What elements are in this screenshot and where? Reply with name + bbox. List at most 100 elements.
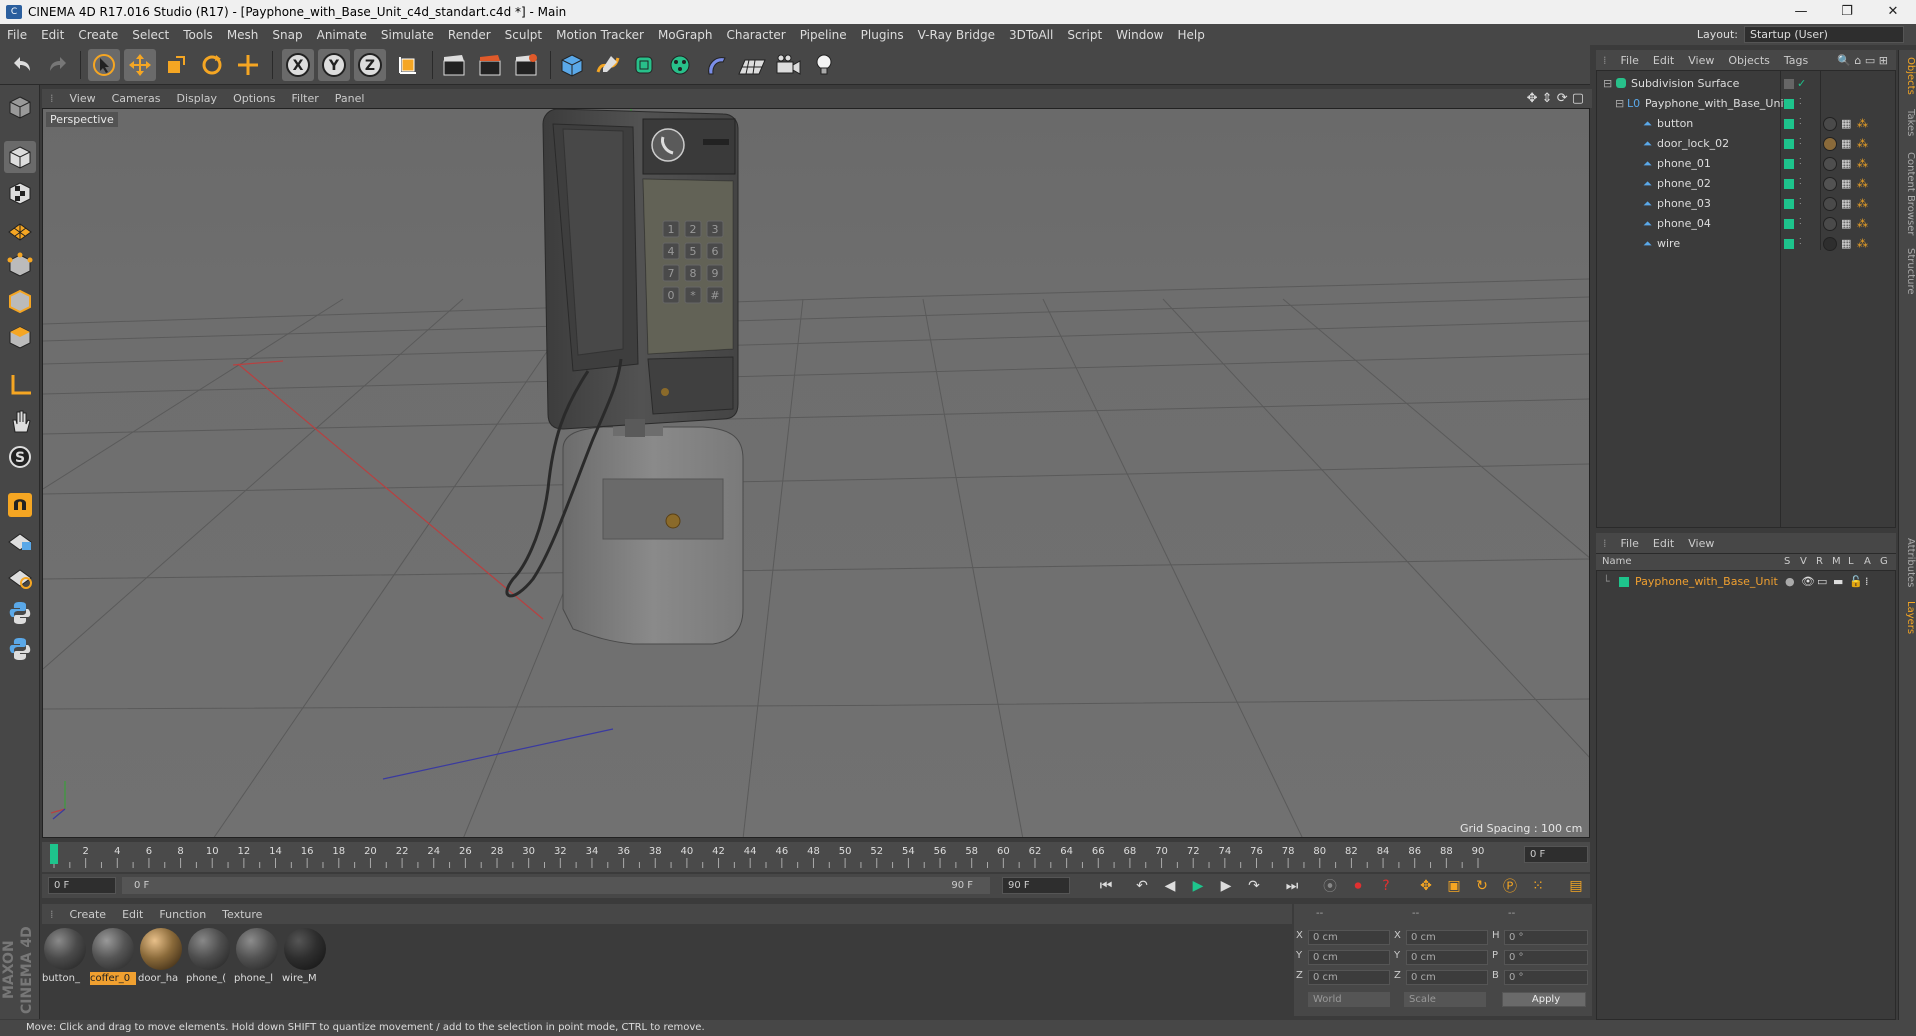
polygons-mode-button[interactable] — [4, 321, 36, 353]
material-item[interactable]: coffer_0 — [90, 926, 136, 985]
menu-create[interactable]: Create — [71, 28, 125, 42]
menu-pipeline[interactable]: Pipeline — [793, 28, 854, 42]
viewport-menu-panel[interactable]: Panel — [327, 92, 373, 105]
current-frame-field[interactable]: 0 F — [1524, 846, 1588, 863]
material-item[interactable]: wire_M — [282, 926, 328, 984]
previous-key-button[interactable]: ↶ — [1130, 875, 1154, 897]
edges-mode-button[interactable] — [4, 285, 36, 317]
next-key-button[interactable]: ↷ — [1242, 875, 1266, 897]
viewport-menu-view[interactable]: View — [62, 92, 104, 105]
rotation-h-field[interactable]: 0 ° — [1504, 930, 1588, 945]
position-x-field[interactable]: 0 cm — [1308, 930, 1390, 945]
viewport-menu-filter[interactable]: Filter — [284, 92, 327, 105]
layer-color-swatch[interactable] — [1784, 199, 1794, 209]
material-tag-icon[interactable] — [1823, 177, 1837, 191]
menu-character[interactable]: Character — [719, 28, 792, 42]
position-y-field[interactable]: 0 cm — [1308, 950, 1390, 965]
menu-mesh[interactable]: Mesh — [220, 28, 266, 42]
key-scale-button[interactable]: ▣ — [1442, 875, 1466, 897]
timeline-ruler[interactable]: 0246810121416182022242628303234363840424… — [42, 842, 1590, 872]
timeline-window-button[interactable]: ▤ — [1564, 875, 1588, 897]
object-row-phone-04[interactable]: ⏶ phone_04 ⁚ ▦ ⁂ — [1597, 214, 1897, 234]
points-mode-button[interactable] — [4, 249, 36, 281]
layer-color-swatch[interactable] — [1619, 577, 1629, 587]
camera-label[interactable]: Perspective — [46, 112, 118, 127]
menu-render[interactable]: Render — [441, 28, 498, 42]
selection-tag-icon[interactable]: ⁂ — [1857, 117, 1868, 130]
python-script-button[interactable] — [4, 597, 36, 629]
layer-header-locked[interactable]: L — [1848, 556, 1854, 567]
layer-row-payphone-with-base-unit[interactable]: └ Payphone_with_Base_Unit ● 👁 ▭ ▬ 🔓 ⁞ — [1597, 572, 1897, 592]
layer-color-swatch[interactable] — [1784, 99, 1794, 109]
material-menu-texture[interactable]: Texture — [214, 908, 270, 921]
layer-manager-icon[interactable]: ▬ — [1833, 575, 1843, 588]
material-item[interactable]: phone_( — [186, 926, 232, 984]
visibility-dots-icon[interactable]: ⁚ — [1799, 177, 1802, 186]
layer-header-manager[interactable]: M — [1832, 556, 1841, 567]
object-row-wire[interactable]: ⏶ wire ⁚ ▦ ⁂ — [1597, 234, 1897, 254]
menu-script[interactable]: Script — [1060, 28, 1109, 42]
tab-takes[interactable]: Takes — [1898, 106, 1916, 140]
menu-select[interactable]: Select — [125, 28, 176, 42]
coordinate-mode-dropdown[interactable]: Scale — [1404, 992, 1486, 1007]
scale-tool-button[interactable] — [160, 49, 192, 81]
rotate-tool-button[interactable] — [196, 49, 228, 81]
object-menu-view[interactable]: View — [1681, 54, 1721, 67]
material-tag-icon[interactable] — [1823, 237, 1837, 251]
key-pla-button[interactable]: ⁙ — [1526, 875, 1550, 897]
layer-header-solo[interactable]: S — [1784, 556, 1790, 567]
add-mograph-button[interactable] — [664, 49, 696, 81]
add-spline-button[interactable] — [592, 49, 624, 81]
menu-snap[interactable]: Snap — [265, 28, 309, 42]
menu-window[interactable]: Window — [1109, 28, 1170, 42]
object-row-phone-03[interactable]: ⏶ phone_03 ⁚ ▦ ⁂ — [1597, 194, 1897, 214]
selection-tag-icon[interactable]: ⁂ — [1857, 237, 1868, 250]
layer-color-swatch[interactable] — [1784, 119, 1794, 129]
enable-snap-button[interactable] — [4, 489, 36, 521]
keyframe-selection-button[interactable]: ? — [1374, 875, 1398, 897]
lock-y-axis-button[interactable]: Y — [318, 49, 350, 81]
visibility-dots-icon[interactable]: ⁚ — [1799, 137, 1802, 146]
add-environment-button[interactable] — [736, 49, 768, 81]
render-settings-button[interactable] — [510, 49, 542, 81]
viewport-nav-icons[interactable]: ✥ ⇕ ⟳ ▢ — [1527, 91, 1584, 106]
menu-file[interactable]: File — [0, 28, 34, 42]
texture-mode-button[interactable] — [4, 177, 36, 209]
end-frame-field[interactable]: 90 F — [1002, 877, 1070, 894]
layer-color-swatch[interactable] — [1784, 179, 1794, 189]
uvw-tag-icon[interactable]: ▦ — [1841, 217, 1851, 230]
solo-mode-button[interactable]: S — [4, 441, 36, 473]
layer-header-animation[interactable]: A — [1864, 556, 1871, 567]
uvw-tag-icon[interactable]: ▦ — [1841, 117, 1851, 130]
object-menu-tags[interactable]: Tags — [1777, 54, 1815, 67]
add-camera-button[interactable] — [772, 49, 804, 81]
viewport-menu-cameras[interactable]: Cameras — [104, 92, 169, 105]
coordinate-space-dropdown[interactable]: World — [1308, 992, 1390, 1007]
go-to-start-button[interactable]: ⏮ — [1094, 875, 1118, 897]
layer-color-swatch[interactable] — [1784, 79, 1794, 89]
layer-header-generators[interactable]: G — [1880, 556, 1888, 567]
selection-tag-icon[interactable]: ⁂ — [1857, 217, 1868, 230]
menu-edit[interactable]: Edit — [34, 28, 71, 42]
record-active-button[interactable]: ⦿ — [1318, 875, 1342, 897]
uvw-tag-icon[interactable]: ▦ — [1841, 177, 1851, 190]
next-frame-button[interactable]: ▶ — [1214, 875, 1238, 897]
object-row-subdivision-surface[interactable]: ⊟ Subdivision Surface ✓ — [1597, 74, 1897, 94]
recent-tool-button[interactable] — [232, 49, 264, 81]
previous-frame-button[interactable]: ◀ — [1158, 875, 1182, 897]
lock-z-axis-button[interactable]: Z — [354, 49, 386, 81]
menu-help[interactable]: Help — [1170, 28, 1211, 42]
tab-layers[interactable]: Layers — [1898, 598, 1916, 638]
render-picture-viewer-button[interactable] — [474, 49, 506, 81]
layer-menu-edit[interactable]: Edit — [1646, 537, 1681, 550]
layer-header-render[interactable]: R — [1816, 556, 1823, 567]
object-row-payphone-with-base-unit[interactable]: ⊟ L0 Payphone_with_Base_Unit ⁚ — [1597, 94, 1897, 114]
size-x-field[interactable]: 0 cm — [1406, 930, 1488, 945]
python-script-button-2[interactable] — [4, 633, 36, 665]
material-menu-function[interactable]: Function — [151, 908, 214, 921]
material-menu-edit[interactable]: Edit — [114, 908, 151, 921]
material-tag-icon[interactable] — [1823, 197, 1837, 211]
autokey-button[interactable]: ⏺ — [1346, 875, 1370, 897]
make-editable-button[interactable] — [4, 91, 36, 123]
viewport-menu-display[interactable]: Display — [169, 92, 226, 105]
